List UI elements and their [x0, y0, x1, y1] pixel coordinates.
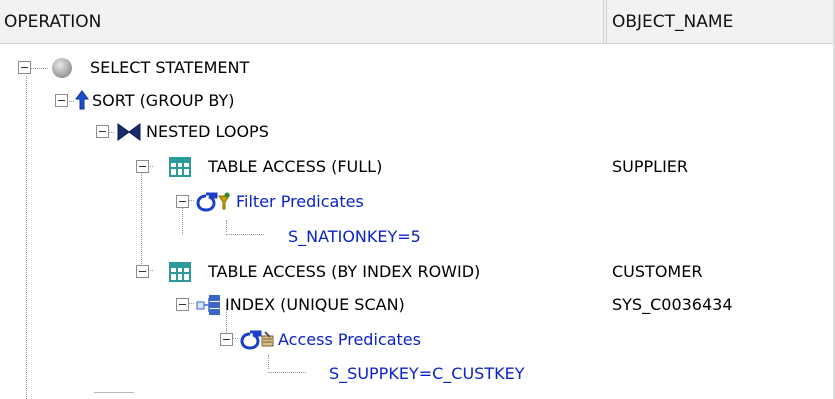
plan-row[interactable]: INDEX (UNIQUE SCAN) SYS_C0036434 [0, 289, 833, 321]
plan-operation-label: TABLE ACCESS (FULL) [208, 157, 383, 176]
plan-row[interactable]: Filter Predicates [0, 186, 833, 218]
object-name-cell: SUPPLIER [612, 157, 689, 176]
collapse-toggle[interactable] [96, 125, 109, 138]
plan-operation-label: TABLE ACCESS (BY INDEX ROWID) [208, 262, 481, 281]
partially-visible-row [94, 392, 134, 397]
object-name-column-header[interactable]: OBJECT_NAME [612, 0, 833, 44]
plan-row[interactable]: NESTED LOOPS [0, 116, 833, 148]
collapse-toggle[interactable] [176, 298, 189, 311]
up-arrow-icon [74, 89, 90, 113]
operation-column-header[interactable]: OPERATION [4, 0, 604, 44]
plan-row[interactable]: Access Predicates [0, 324, 833, 356]
table-grid-icon [168, 260, 192, 284]
plan-row[interactable]: S_NATIONKEY=5 [0, 221, 833, 253]
plan-predicate-label: Access Predicates [278, 330, 421, 349]
collapse-toggle[interactable] [136, 265, 149, 278]
plan-row[interactable]: SORT (GROUP BY) [0, 85, 833, 117]
table-grid-icon [168, 155, 192, 179]
plan-operation-label: NESTED LOOPS [146, 122, 269, 141]
predicate-expression: S_SUPPKEY=C_CUSTKEY [329, 364, 525, 383]
gray-circle-icon [50, 56, 74, 80]
plan-row[interactable]: SELECT STATEMENT [0, 52, 833, 84]
plan-row[interactable]: TABLE ACCESS (FULL) SUPPLIER [0, 151, 833, 183]
collapse-toggle[interactable] [220, 333, 233, 346]
sigma-filter-icon [196, 190, 232, 214]
column-header: OPERATION OBJECT_NAME [0, 0, 833, 44]
index-icon [196, 293, 222, 317]
plan-operation-label: SELECT STATEMENT [90, 58, 250, 77]
plan-operation-label: SORT (GROUP BY) [92, 91, 235, 110]
plan-row[interactable]: TABLE ACCESS (BY INDEX ROWID) CUSTOMER [0, 256, 833, 288]
object-name-cell: SYS_C0036434 [612, 295, 733, 314]
plan-row[interactable]: S_SUPPKEY=C_CUSTKEY [0, 358, 833, 390]
collapse-toggle[interactable] [55, 94, 68, 107]
plan-operation-label: INDEX (UNIQUE SCAN) [225, 295, 405, 314]
plan-predicate-label: Filter Predicates [236, 192, 364, 211]
object-name-cell: CUSTOMER [612, 262, 703, 281]
collapse-toggle[interactable] [176, 195, 189, 208]
collapse-toggle[interactable] [18, 61, 31, 74]
sigma-access-icon [240, 328, 276, 352]
collapse-toggle[interactable] [136, 160, 149, 173]
bowtie-icon [116, 120, 142, 144]
tree-line [141, 170, 142, 268]
predicate-expression: S_NATIONKEY=5 [288, 227, 421, 246]
column-divider[interactable] [606, 0, 607, 44]
explain-plan-panel: OPERATION OBJECT_NAME SELECT STATEMENT S… [0, 0, 835, 399]
